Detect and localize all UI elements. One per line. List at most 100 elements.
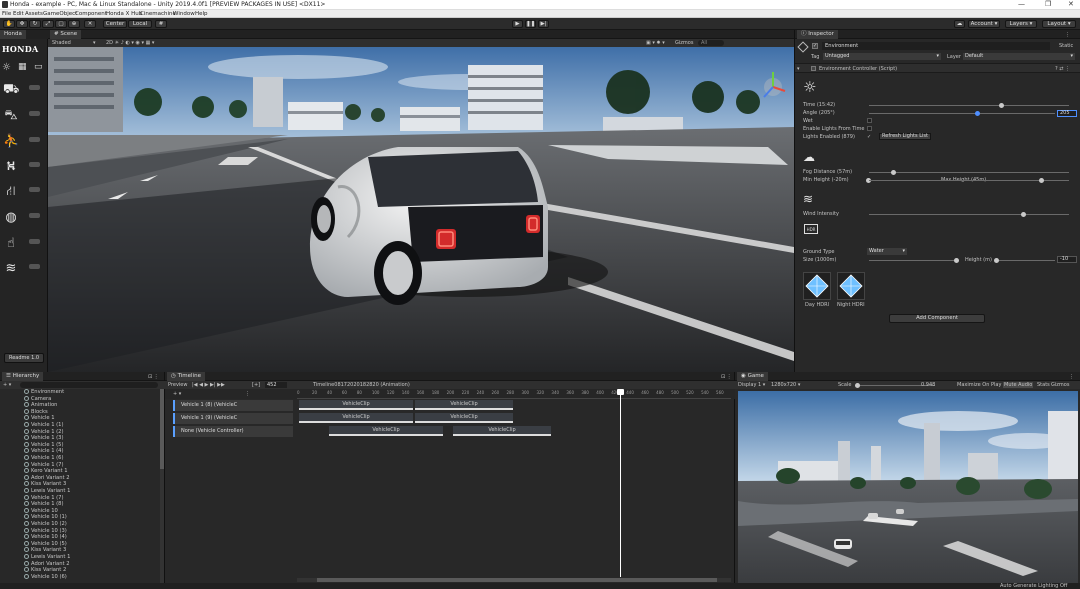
wind-intensity-slider[interactable]: [869, 214, 1069, 215]
timeline-clip[interactable]: VehicleClip: [299, 413, 413, 423]
timeline-clip[interactable]: VehicleClip: [415, 400, 513, 410]
time-slider[interactable]: [869, 105, 1069, 106]
create-dropdown[interactable]: + ▾: [3, 382, 11, 388]
static-toggle[interactable]: Static: [1059, 43, 1073, 49]
game-menu-icon[interactable]: ⋮: [1069, 374, 1074, 380]
game-viewport[interactable]: [738, 391, 1078, 583]
tab-scene[interactable]: # Scene: [50, 30, 82, 39]
cloud-button[interactable]: ☁: [954, 20, 965, 28]
time-slider-knob[interactable]: [999, 103, 1004, 108]
mute-audio-toggle[interactable]: Mute Audio: [1003, 382, 1034, 388]
swimming-icon[interactable]: ≋: [3, 261, 19, 277]
component-header[interactable]: ▾ Environment Controller (Script) ? ⇄ ⋮: [795, 63, 1080, 73]
visibility-toggle[interactable]: [29, 162, 40, 167]
max-height-knob[interactable]: [1039, 178, 1044, 183]
pedestrian-icon[interactable]: ⛹: [3, 134, 19, 150]
hierarchy-menu-icon[interactable]: ⊡ ⋮: [148, 374, 159, 380]
hierarchy-search-input[interactable]: [20, 382, 158, 388]
folder-icon[interactable]: ▭: [34, 62, 43, 72]
tab-hierarchy[interactable]: ☰ Hierarchy: [2, 372, 44, 381]
visibility-toggle[interactable]: [29, 213, 40, 218]
hand-icon[interactable]: ☝: [3, 236, 19, 252]
scene-search-input[interactable]: All: [698, 40, 724, 46]
account-dropdown[interactable]: Account ▾: [968, 20, 1000, 28]
tab-honda[interactable]: Honda: [0, 30, 26, 39]
wind-intensity-knob[interactable]: [1021, 212, 1026, 217]
transform-tool-button[interactable]: ⊕: [68, 20, 80, 28]
add-track-button[interactable]: + ▾: [173, 391, 181, 397]
time-ruler[interactable]: 0 20 40 60 80 100 120 140 160 180 200 220 240 260 280 3…: [297, 389, 731, 399]
angle-slider[interactable]: [869, 113, 1055, 114]
menu-help[interactable]: Help: [195, 11, 208, 17]
tab-game[interactable]: ◉ Game: [737, 372, 768, 381]
menu-assets[interactable]: Assets: [25, 11, 43, 17]
tag-dropdown[interactable]: Untagged ▾: [823, 53, 941, 60]
maximize-on-play-toggle[interactable]: Maximize On Play: [957, 382, 1001, 388]
step-button[interactable]: ▶|: [538, 20, 549, 28]
refresh-lights-button[interactable]: Refresh Lights List: [879, 133, 931, 140]
close-button[interactable]: ✕: [1068, 0, 1074, 8]
globe-icon[interactable]: ◍: [3, 210, 19, 226]
size-slider[interactable]: [869, 260, 959, 261]
readme-button[interactable]: Readme 1.0: [4, 353, 44, 363]
minimize-button[interactable]: —: [1018, 0, 1025, 8]
shading-mode-dropdown[interactable]: Shaded: [52, 40, 71, 46]
timeline-menu-icon[interactable]: ⊡ ⋮: [721, 374, 732, 380]
visibility-toggle[interactable]: [29, 137, 40, 142]
resolution-dropdown[interactable]: 1280x720 ▾: [771, 382, 800, 388]
pivot-toggle[interactable]: Center: [103, 20, 127, 28]
grid-snap-button[interactable]: #: [155, 20, 167, 28]
lights-enabled-checkbox[interactable]: ✓: [867, 134, 871, 140]
height-slider[interactable]: [995, 260, 1055, 261]
rotate-tool-button[interactable]: ↻: [29, 20, 41, 28]
visibility-toggle[interactable]: [29, 239, 40, 244]
size-knob[interactable]: [954, 258, 960, 263]
height-field[interactable]: -10: [1057, 256, 1077, 263]
timeline-track[interactable]: None (Vehicle Controller): [173, 426, 293, 437]
fog-distance-slider[interactable]: [869, 172, 1069, 173]
gizmos-label[interactable]: Gizmos: [675, 40, 693, 46]
menu-cinemachine[interactable]: Cinemachine: [140, 11, 176, 17]
day-hdri-thumbnail[interactable]: [803, 272, 831, 300]
car-icon[interactable]: ⛟: [3, 82, 19, 98]
hierarchy-scrollbar[interactable]: [160, 389, 164, 585]
menu-file[interactable]: File: [2, 11, 11, 17]
layout-dropdown[interactable]: Layout ▾: [1042, 20, 1076, 28]
maximize-button[interactable]: ❐: [1045, 0, 1051, 8]
road-icon[interactable]: ⛙: [3, 184, 19, 200]
menu-gameobject[interactable]: GameObject: [43, 11, 77, 17]
custom-tool-button[interactable]: ✕: [84, 20, 96, 28]
hierarchy-item[interactable]: Vehicle 10 (6): [24, 573, 67, 581]
menu-honda-x-hub[interactable]: Honda X Hub: [106, 11, 142, 17]
angle-slider-knob[interactable]: [974, 111, 980, 116]
frame-input[interactable]: 452: [265, 382, 287, 388]
lighting-toggle[interactable]: 2D ☀ ♪ ◐ ▾ ◉ ▾ ▦ ▾: [106, 40, 154, 46]
timeline-track[interactable]: Vehicle 1 (8) (VehicleC: [173, 400, 293, 411]
tab-inspector[interactable]: ⓘ Inspector: [797, 30, 838, 39]
ground-type-dropdown[interactable]: Water ▾: [867, 248, 907, 255]
rect-tool-button[interactable]: ▢: [55, 20, 67, 28]
layer-dropdown[interactable]: Default ▾: [963, 53, 1075, 60]
night-hdri-thumbnail[interactable]: [837, 272, 865, 300]
visibility-toggle[interactable]: [29, 85, 40, 90]
scale-tool-button[interactable]: ⤢: [42, 20, 54, 28]
vehicle-side-icon[interactable]: ⛍: [3, 108, 19, 124]
pause-button[interactable]: ❚❚: [525, 20, 536, 28]
menu-window[interactable]: Window: [173, 11, 195, 17]
angle-field[interactable]: 205: [1057, 110, 1077, 117]
preview-toggle[interactable]: Preview: [168, 382, 187, 388]
track-options[interactable]: ⋮: [245, 391, 250, 397]
play-button[interactable]: ▶: [512, 20, 523, 28]
signpost-icon[interactable]: ⛕: [3, 159, 19, 175]
move-tool-button[interactable]: ✥: [16, 20, 28, 28]
menu-edit[interactable]: Edit: [13, 11, 24, 17]
sun-icon[interactable]: ☼: [2, 62, 11, 73]
timeline-track[interactable]: Vehicle 1 (9) (VehicleC: [173, 413, 293, 424]
active-checkbox[interactable]: ✓: [812, 43, 818, 49]
lock-icon[interactable]: ⋮: [1065, 32, 1070, 38]
timeline-clip[interactable]: VehicleClip: [453, 426, 551, 436]
display-dropdown[interactable]: Display 1 ▾: [738, 382, 765, 388]
transport-controls[interactable]: |◀ ◀ ▶ ▶| ▶▶: [192, 382, 225, 388]
timeline-hscroll[interactable]: [297, 578, 731, 582]
enable-lights-checkbox[interactable]: [867, 126, 872, 131]
